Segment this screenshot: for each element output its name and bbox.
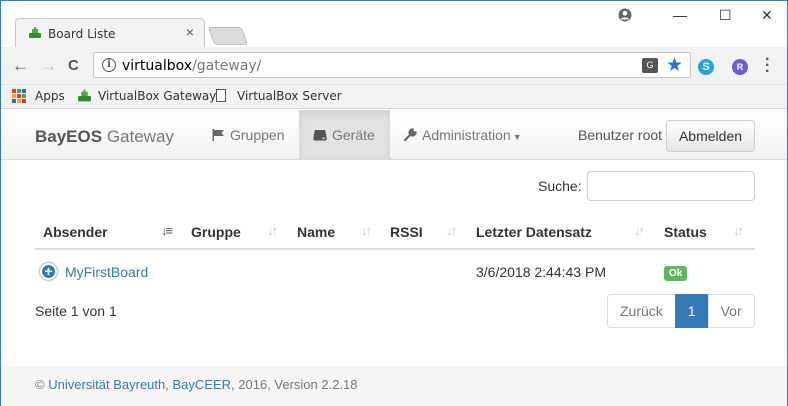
new-tab-button[interactable] <box>207 27 249 45</box>
pagination-next-button[interactable]: Vor <box>707 294 755 328</box>
column-header-name[interactable]: Name <box>297 224 335 240</box>
footer-link-university[interactable]: Universität Bayreuth <box>48 377 165 392</box>
brand[interactable]: BayEOS Gateway <box>35 127 174 147</box>
minimize-icon[interactable]: — <box>673 7 687 23</box>
document-icon <box>216 89 226 102</box>
navbar: BayEOS Gateway Gruppen Geräte Administra… <box>1 110 787 160</box>
last-record-cell: 3/6/2018 2:44:43 PM <box>476 264 606 280</box>
sort-icon[interactable]: ↓↑ <box>733 223 744 238</box>
browser-toolbar: ← → C i virtualbox/gateway/ G ★ S R · · · <box>1 47 787 85</box>
pagination: Zurück 1 Vor <box>607 294 755 328</box>
page-info: Seite 1 von 1 <box>35 303 117 319</box>
back-icon[interactable]: ← <box>12 56 29 76</box>
column-header-status[interactable]: Status <box>664 224 707 240</box>
caret-down-icon: ▼ <box>512 132 522 142</box>
pagination-page-1[interactable]: 1 <box>674 294 709 328</box>
pagination-prev-button[interactable]: Zurück <box>607 294 676 328</box>
wrench-icon <box>404 128 417 141</box>
footer-link-bayceer[interactable]: BayCEER <box>173 377 232 392</box>
tab-title: Board Liste <box>48 27 116 41</box>
nav-administration[interactable]: Administration ▼ <box>390 110 536 160</box>
sort-ascending-icon[interactable]: ↓≡ <box>161 223 173 238</box>
expand-row-icon[interactable]: + <box>40 263 57 280</box>
column-header-rssi[interactable]: RSSI <box>390 224 423 240</box>
url-text: virtualbox/gateway/ <box>122 58 262 74</box>
r-extension-icon[interactable]: R <box>732 59 748 75</box>
column-header-absender[interactable]: Absender <box>43 224 108 240</box>
flag-icon <box>212 129 224 141</box>
bookmark-apps[interactable]: Apps <box>35 89 65 103</box>
footer-text: © Universität Bayreuth, BayCEER, 2016, V… <box>35 377 358 392</box>
profile-icon[interactable] <box>618 8 632 22</box>
search-label: Suche: <box>538 178 582 194</box>
page-content: BayEOS Gateway Gruppen Geräte Administra… <box>1 110 787 406</box>
translate-icon[interactable]: G <box>642 58 658 73</box>
logout-button[interactable]: Abmelden <box>666 120 755 152</box>
sort-icon[interactable]: ↓↑ <box>634 223 645 238</box>
footer: © Universität Bayreuth, BayCEER, 2016, V… <box>1 366 787 406</box>
sort-icon[interactable]: ↓↑ <box>267 223 278 238</box>
nav-geraete[interactable]: Geräte <box>299 110 390 160</box>
hdd-icon <box>313 130 327 141</box>
sort-icon[interactable]: ↓↑ <box>446 223 457 238</box>
apps-grid-icon[interactable] <box>12 89 26 103</box>
table-row: + MyFirstBoard 3/6/2018 2:44:43 PM Ok <box>35 252 755 290</box>
bookmark-star-icon[interactable]: ★ <box>666 54 683 77</box>
board-favicon-icon <box>78 89 91 102</box>
browser-tab[interactable]: Board Liste × <box>15 18 205 48</box>
column-header-gruppe[interactable]: Gruppe <box>191 224 241 240</box>
tab-close-icon[interactable]: × <box>186 24 194 40</box>
title-bar: Board Liste × — ☐ ✕ <box>1 1 787 48</box>
forward-icon[interactable]: → <box>40 56 57 76</box>
bookmark-virtualbox-server[interactable]: VirtualBox Server <box>237 89 342 103</box>
reload-icon[interactable]: C <box>68 57 79 74</box>
sort-icon[interactable]: ↓↑ <box>361 223 372 238</box>
bookmark-virtualbox-gateway[interactable]: VirtualBox Gateway <box>98 89 216 103</box>
table-header: Absender ↓≡ Gruppe ↓↑ Name ↓↑ RSSI ↓↑ Le… <box>35 214 755 250</box>
column-header-letzter-datensatz[interactable]: Letzter Datensatz <box>476 224 592 240</box>
address-bar[interactable]: i virtualbox/gateway/ G ★ <box>93 52 691 78</box>
board-link[interactable]: MyFirstBoard <box>65 264 148 280</box>
board-favicon-icon <box>29 27 41 38</box>
maximize-icon[interactable]: ☐ <box>719 7 732 24</box>
skype-extension-icon[interactable]: S <box>698 59 714 75</box>
logged-in-user: Benutzer root <box>578 127 663 143</box>
info-icon[interactable]: i <box>102 58 116 72</box>
close-window-icon[interactable]: ✕ <box>761 7 773 24</box>
browser-menu-icon[interactable]: · · · <box>765 52 771 80</box>
search-input[interactable] <box>587 171 755 201</box>
status-badge: Ok <box>664 266 688 281</box>
nav-gruppen[interactable]: Gruppen <box>198 110 298 160</box>
browser-window: Board Liste × — ☐ ✕ ← → C i virtualbox/g… <box>0 0 788 406</box>
